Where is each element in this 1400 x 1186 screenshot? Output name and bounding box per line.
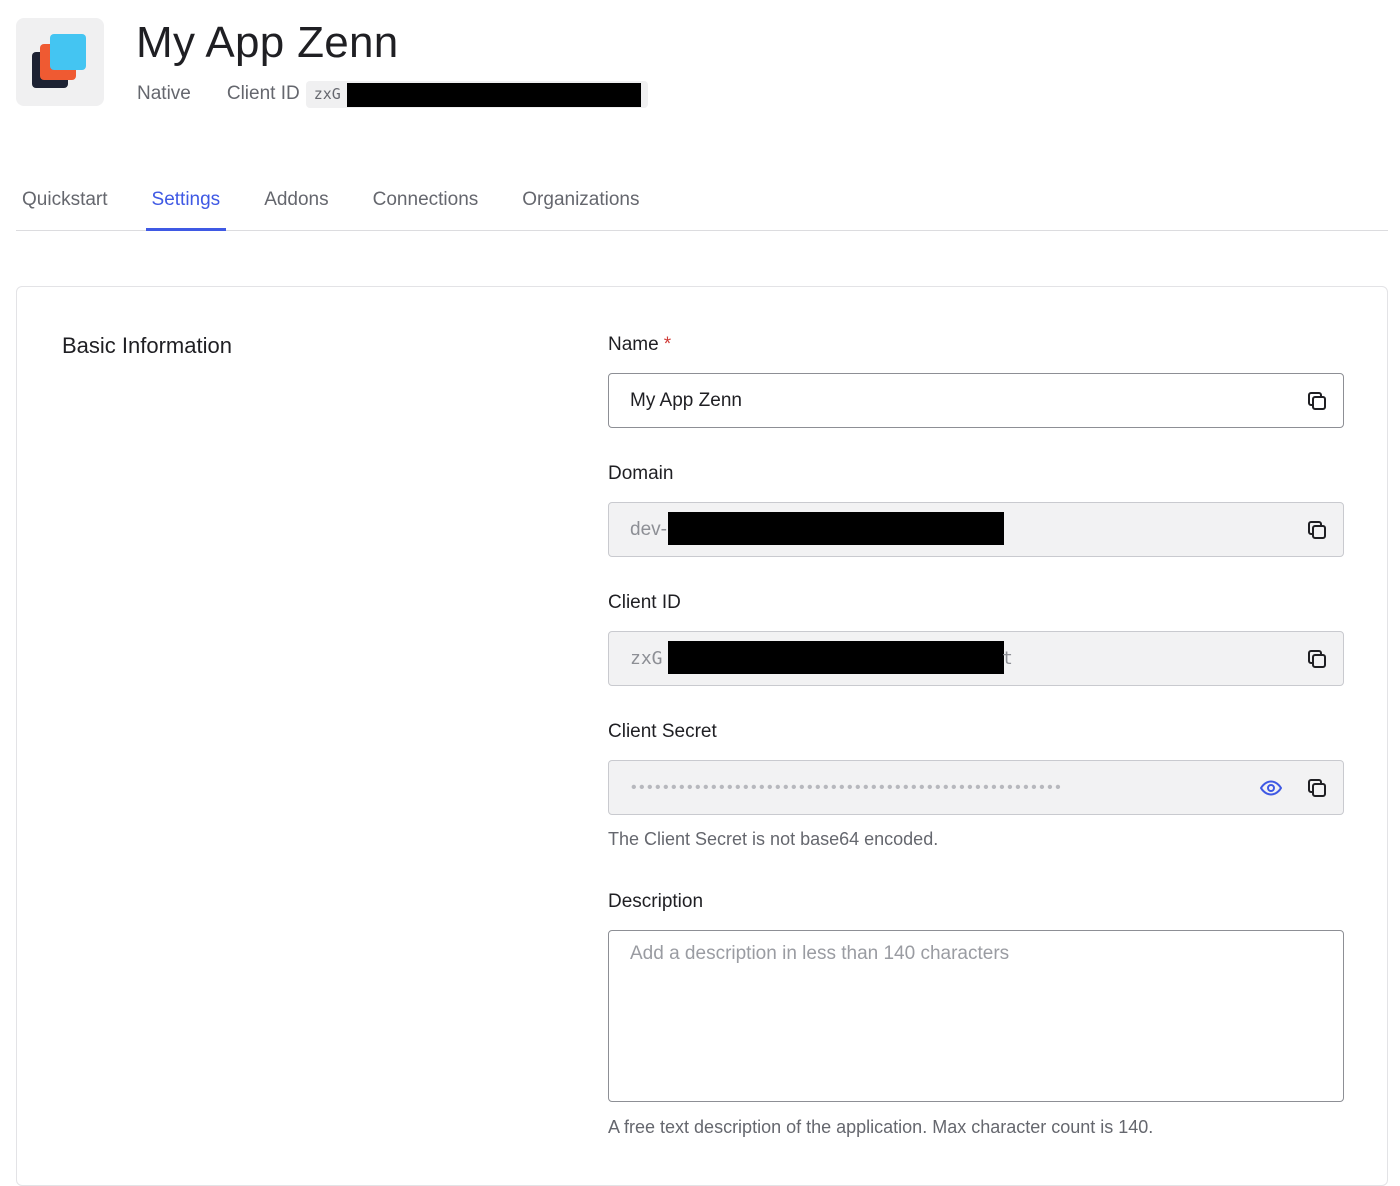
- eye-icon[interactable]: [1259, 776, 1283, 800]
- tab-bar: Quickstart Settings Addons Connections O…: [16, 170, 1388, 231]
- copy-icon[interactable]: [1305, 518, 1329, 542]
- client-id-value: zxG: [630, 648, 663, 669]
- client-secret-field[interactable]: ••••••••••••••••••••••••••••••••••••••••…: [608, 760, 1344, 815]
- name-value: My App Zenn: [630, 390, 742, 411]
- client-id-chip[interactable]: zxG: [305, 80, 648, 108]
- redaction-bar: [668, 512, 1004, 545]
- client-secret-helper-text: The Client Secret is not base64 encoded.: [608, 829, 939, 849]
- copy-icon[interactable]: [1305, 389, 1329, 413]
- copy-icon[interactable]: [1305, 647, 1329, 671]
- name-label: Name *: [608, 334, 671, 356]
- tab-addons[interactable]: Addons: [258, 170, 334, 230]
- logo-square-blue: [50, 34, 86, 70]
- description-label: Description: [608, 891, 704, 912]
- tab-connections[interactable]: Connections: [367, 170, 485, 230]
- client-id-field-label: Client ID: [608, 592, 681, 613]
- redaction-bar: [668, 641, 1004, 674]
- section-title: Basic Information: [62, 333, 232, 358]
- description-helper-text: A free text description of the applicati…: [608, 1117, 1154, 1137]
- app-title: My App Zenn: [136, 18, 399, 67]
- description-textarea[interactable]: [608, 930, 1344, 1102]
- app-type: Native: [137, 83, 191, 104]
- client-id-label: Client ID: [226, 83, 300, 104]
- client-secret-label: Client Secret: [608, 721, 717, 742]
- basic-information-card: Basic Information Name * My App Zenn Doma…: [16, 286, 1388, 1186]
- redaction-bar: [346, 82, 641, 107]
- name-field[interactable]: My App Zenn: [608, 373, 1344, 428]
- client-id-value-tail: t: [1002, 648, 1013, 669]
- app-logo: [16, 18, 104, 106]
- name-label-text: Name: [608, 334, 659, 355]
- copy-icon[interactable]: [1305, 776, 1329, 800]
- domain-value: dev-: [630, 519, 667, 540]
- domain-field[interactable]: dev-: [608, 502, 1344, 557]
- client-secret-masked-value: ••••••••••••••••••••••••••••••••••••••••…: [631, 779, 1064, 796]
- client-id-chip-value: zxG: [313, 85, 341, 103]
- domain-label: Domain: [608, 463, 674, 484]
- tab-settings[interactable]: Settings: [145, 170, 227, 231]
- required-indicator: *: [663, 334, 672, 355]
- client-id-field[interactable]: zxG t: [608, 631, 1344, 686]
- app-meta-row: Native Client ID zxG: [137, 80, 648, 108]
- tab-quickstart[interactable]: Quickstart: [16, 170, 114, 230]
- tab-organizations[interactable]: Organizations: [516, 170, 645, 230]
